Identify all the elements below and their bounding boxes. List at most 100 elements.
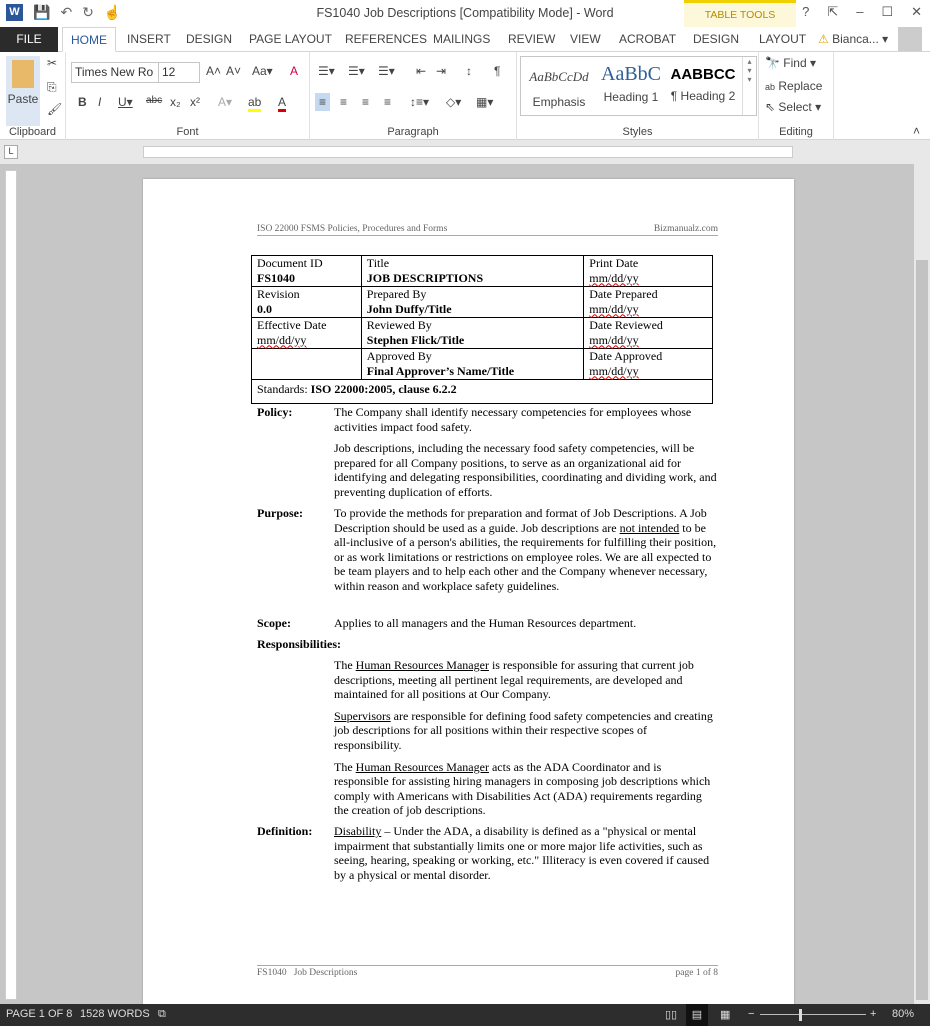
tab-table-design[interactable]: DESIGN <box>693 27 739 52</box>
minimize-icon[interactable]: – <box>856 4 863 20</box>
tab-page-layout[interactable]: PAGE LAYOUT <box>249 27 332 52</box>
table-cell: Prepared By John Duffy/Title <box>360 286 585 318</box>
tab-mailings[interactable]: MAILINGS <box>433 27 490 52</box>
maximize-icon[interactable]: ☐ <box>881 4 893 20</box>
document-page[interactable]: ISO 22000 FSMS Policies, Procedures and … <box>143 179 794 1009</box>
font-color-icon[interactable]: A <box>278 95 287 112</box>
sort-icon[interactable]: ↕ <box>466 64 472 78</box>
superscript-icon[interactable]: x² <box>190 95 200 109</box>
tab-home[interactable]: HOME <box>62 27 116 52</box>
text-effects-icon[interactable]: A▾ <box>218 95 232 109</box>
scrollbar-thumb[interactable] <box>916 260 928 1000</box>
binoculars-icon: 🔭 <box>765 56 780 70</box>
tab-references[interactable]: REFERENCES <box>345 27 427 52</box>
user-account[interactable]: ⚠ Bianca... ▾ <box>818 27 888 52</box>
table-row: Approved By Final Approver’s Name/Title Da… <box>251 348 713 380</box>
tab-design[interactable]: DESIGN <box>186 27 232 52</box>
decrease-indent-icon[interactable]: ⇤ <box>416 64 426 78</box>
align-right-icon[interactable]: ≡ <box>362 95 369 109</box>
shading-icon[interactable]: ◇▾ <box>446 95 461 109</box>
standards-cell: Standards: ISO 22000:2005, clause 6.2.2 <box>251 379 713 404</box>
bold-icon[interactable]: B <box>78 95 87 109</box>
table-row: Revision 0.0 Prepared By John Duffy/Title Da… <box>251 286 713 318</box>
bullets-icon[interactable]: ☰▾ <box>318 64 335 78</box>
cell-date: mm/dd/yy <box>589 301 639 316</box>
paste-button[interactable]: Paste <box>6 56 40 126</box>
tab-review[interactable]: REVIEW <box>508 27 555 52</box>
center-icon[interactable]: ≡ <box>340 95 347 109</box>
change-case-icon[interactable]: Aa▾ <box>252 64 273 78</box>
cell-label: Prepared By <box>366 287 427 301</box>
cell-value: JOB DESCRIPTIONS <box>366 270 484 285</box>
paragraph-group: ☰▾ ☰▾ ☰▾ ⇤ ⇥ ↕ ¶ ≡ ≡ ≡ ≡ ↕≡▾ ◇▾ ▦▾ Parag… <box>310 52 517 140</box>
ribbon-display-icon[interactable]: ⇱ <box>827 4 838 20</box>
style-emphasis[interactable]: AaBbCcDd Emphasis <box>523 57 595 109</box>
help-icon[interactable]: ? <box>802 4 809 20</box>
tab-acrobat[interactable]: ACROBAT <box>619 27 676 52</box>
clear-formatting-icon[interactable]: A <box>290 64 298 78</box>
word-count[interactable]: 1528 WORDS <box>80 1008 150 1020</box>
zoom-out-icon[interactable]: − <box>748 1008 754 1020</box>
numbering-icon[interactable]: ☰▾ <box>348 64 365 78</box>
tab-file[interactable]: FILE <box>0 27 58 52</box>
cell-value: 0.0 <box>257 301 272 316</box>
cell-label: Approved By <box>366 349 432 363</box>
collapse-ribbon-icon[interactable]: ˄ <box>913 124 920 138</box>
replace-button[interactable]: ab Replace <box>765 79 822 93</box>
font-name-select[interactable]: Times New Ro <box>71 62 159 83</box>
subscript-icon[interactable]: x₂ <box>170 95 181 109</box>
cursor-icon: ⇖ <box>765 100 776 114</box>
multilevel-list-icon[interactable]: ☰▾ <box>378 64 395 78</box>
show-formatting-icon[interactable]: ¶ <box>494 64 500 78</box>
vertical-scrollbar[interactable] <box>914 140 930 1004</box>
tab-selector[interactable]: L <box>4 145 18 159</box>
avatar[interactable] <box>898 27 922 51</box>
title-bar: W 💾 ↶ ↻ ☝ FS1040 Job Descriptions [Compa… <box>0 0 930 52</box>
underline-icon[interactable]: U▾ <box>118 95 133 109</box>
zoom-level[interactable]: 80% <box>892 1008 914 1020</box>
strikethrough-icon[interactable]: abc <box>146 95 162 106</box>
grow-font-icon[interactable]: A˄ <box>206 64 221 78</box>
cut-icon[interactable]: ✂ <box>47 56 57 70</box>
purpose-section: Purpose: To provide the methods for prep… <box>257 506 717 593</box>
zoom-in-icon[interactable]: + <box>870 1008 876 1020</box>
web-layout-icon[interactable]: ▦ <box>720 1008 730 1021</box>
page-count[interactable]: PAGE 1 OF 8 <box>6 1008 72 1020</box>
print-layout-icon[interactable]: ▤ <box>686 1004 708 1026</box>
table-cell: Date Reviewed mm/dd/yy <box>583 317 713 349</box>
cell-label: Date Reviewed <box>589 318 663 332</box>
borders-icon[interactable]: ▦▾ <box>476 95 493 109</box>
styles-label: Styles <box>622 126 653 138</box>
justify-icon[interactable]: ≡ <box>384 95 391 109</box>
proofing-icon[interactable]: ⧉ <box>158 1008 166 1021</box>
styles-group: AaBbCcDd Emphasis AaBbC Heading 1 AABBCC ¶ … <box>517 52 759 140</box>
copy-icon[interactable]: ⎘ <box>47 80 57 95</box>
styles-more-button[interactable]: ▴ ▾ ▾ <box>742 57 756 115</box>
font-size-select[interactable]: 12 <box>158 62 200 83</box>
style-heading-2[interactable]: AABBCC ¶ Heading 2 <box>667 57 739 103</box>
replace-icon: ab <box>765 82 776 92</box>
tab-insert[interactable]: INSERT <box>127 27 171 52</box>
format-painter-icon[interactable]: 🖌 <box>47 102 62 116</box>
cell-date: mm/dd/yy <box>589 363 639 378</box>
close-icon[interactable]: ✕ <box>911 4 922 20</box>
table-cell: Date Approved mm/dd/yy <box>583 348 713 380</box>
style-heading-1[interactable]: AaBbC Heading 1 <box>595 57 667 104</box>
tab-view[interactable]: VIEW <box>570 27 601 52</box>
select-button[interactable]: ⇖ Select ▾ <box>765 100 821 114</box>
find-button[interactable]: 🔭 Find ▾ <box>765 56 816 70</box>
line-spacing-icon[interactable]: ↕≡▾ <box>410 95 429 109</box>
tab-table-layout[interactable]: LAYOUT <box>759 27 806 52</box>
cell-label: Reviewed By <box>366 318 432 332</box>
italic-icon[interactable]: I <box>98 95 101 109</box>
zoom-slider[interactable] <box>760 1014 866 1015</box>
clipboard-group: Paste ✂ ⎘ 🖌 Clipboard <box>0 52 66 140</box>
shrink-font-icon[interactable]: A˅ <box>226 64 241 78</box>
zoom-slider-thumb[interactable] <box>799 1009 802 1021</box>
read-mode-icon[interactable]: ▯▯ <box>665 1008 677 1021</box>
horizontal-ruler[interactable]: L <box>0 140 930 164</box>
increase-indent-icon[interactable]: ⇥ <box>436 64 446 78</box>
highlight-icon[interactable]: ab <box>248 95 262 112</box>
table-cell: Revision 0.0 <box>251 286 362 318</box>
align-left-icon[interactable]: ≡ <box>315 93 331 111</box>
